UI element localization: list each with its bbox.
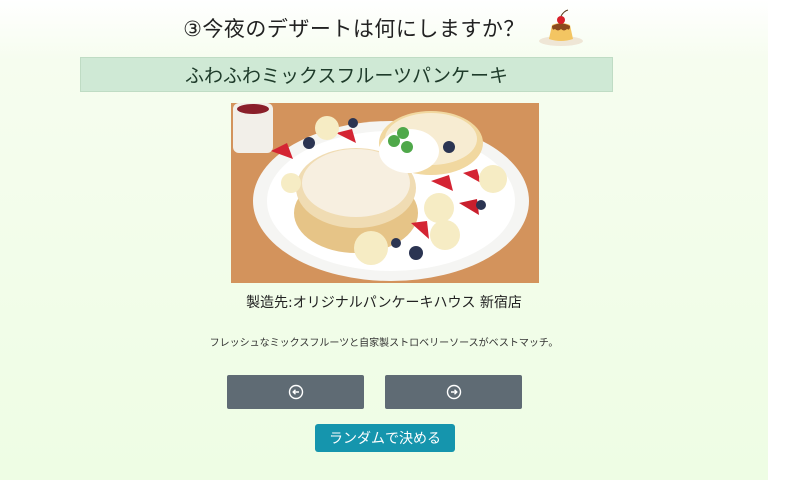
maker-text: 製造先:オリジナルパンケーキハウス 新宿店 [246,295,522,311]
dessert-photo [231,103,539,283]
dessert-description: フレッシュなミックスフルーツと自家製ストロベリーソースがベストマッチ。 [209,338,559,349]
next-button[interactable] [385,375,522,409]
page-title: ③今夜のデザートは何にしますか？ [183,17,525,41]
dessert-name: ふわふわミックスフルーツパンケーキ [80,57,613,92]
random-choose-button[interactable]: ランダムで決める [315,424,455,452]
pudding-icon [538,9,583,46]
arrow-left-circle-icon [288,384,303,400]
arrow-right-circle-icon [446,384,461,400]
header: ③今夜のデザートは何にしますか？ [0,8,768,48]
page-margin [768,0,800,480]
previous-button[interactable] [227,375,364,409]
content-panel: ③今夜のデザートは何にしますか？ ふわふわミックスフルーツパンケーキ 製造先:オ… [0,0,768,480]
